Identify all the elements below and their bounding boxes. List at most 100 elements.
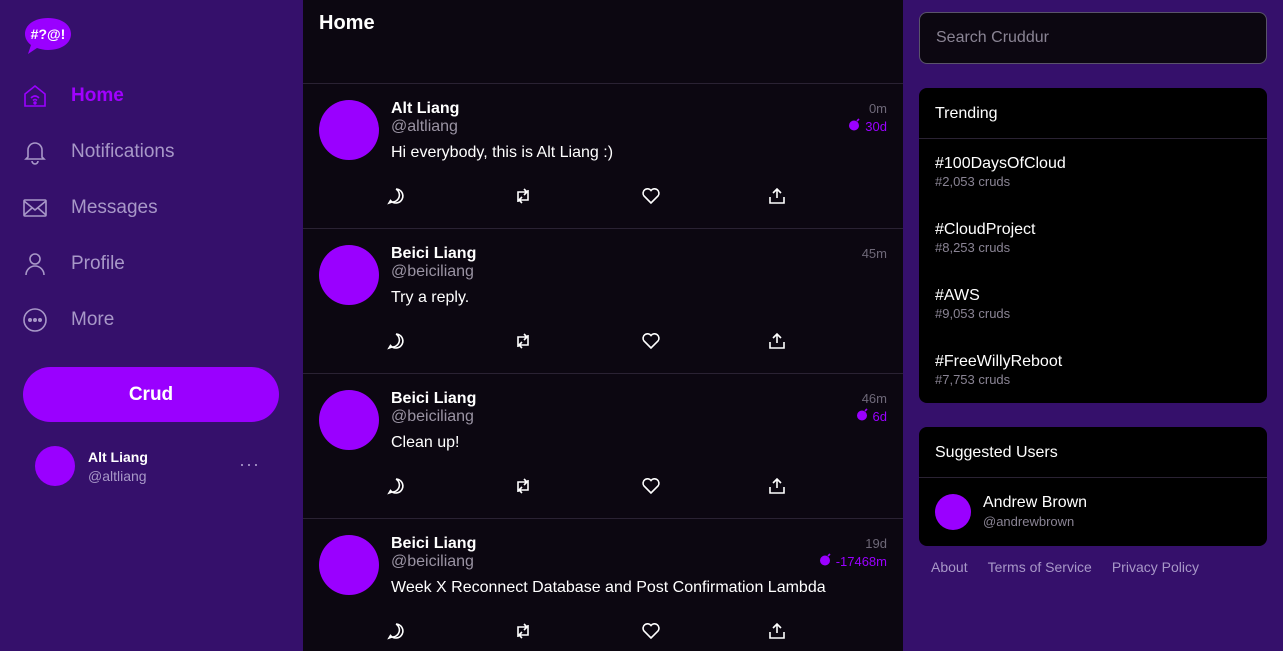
- nav-item-profile[interactable]: Profile: [22, 246, 282, 282]
- post-author-name[interactable]: Alt Liang: [391, 100, 459, 118]
- heart-icon: [642, 623, 660, 640]
- trending-count: #2,053 cruds: [935, 174, 1011, 189]
- post-expiry-value: 6d: [872, 408, 887, 424]
- cruddur-logo[interactable]: #?@!: [24, 16, 72, 56]
- terms-link[interactable]: Terms of Service: [988, 559, 1092, 575]
- post-expiry-value: -17468m: [835, 553, 887, 569]
- post-message: Hi everybody, this is Alt Liang :): [391, 144, 614, 161]
- heart-icon: [642, 478, 660, 495]
- post-actions: [387, 331, 895, 351]
- share-icon: [769, 187, 785, 204]
- post-time: 46m: [861, 391, 887, 406]
- trending-name: #FreeWillyReboot: [935, 353, 1063, 370]
- post-author-handle[interactable]: @beiciliang: [391, 408, 474, 426]
- reply-button[interactable]: [387, 476, 514, 496]
- repost-button[interactable]: [514, 621, 641, 641]
- activity-item[interactable]: Alt Liang @altliang Hi everybody, this i…: [303, 84, 903, 229]
- post-time: 45m: [861, 246, 887, 261]
- reply-button[interactable]: [387, 621, 514, 641]
- nav-label-home: Home: [71, 85, 124, 106]
- share-button[interactable]: [768, 186, 895, 206]
- post-author-name[interactable]: Beici Liang: [391, 535, 476, 553]
- trending-item[interactable]: #FreeWillyReboot #7,753 cruds: [919, 337, 1267, 403]
- trending-item[interactable]: #AWS #9,053 cruds: [919, 271, 1267, 337]
- suggested-user-handle: @andrewbrown: [983, 514, 1075, 529]
- share-button[interactable]: [768, 331, 895, 351]
- heart-icon: [642, 333, 660, 350]
- bomb-icon: [856, 408, 869, 424]
- repost-icon: [517, 478, 529, 494]
- trending-item[interactable]: #CloudProject #8,253 cruds: [919, 205, 1267, 271]
- like-button[interactable]: [641, 621, 768, 641]
- post-expiry: 6d: [856, 408, 887, 424]
- privacy-link[interactable]: Privacy Policy: [1112, 559, 1199, 575]
- post-expiry-value: 30d: [865, 118, 887, 134]
- share-icon: [769, 332, 785, 349]
- post-expiry: 30d: [848, 118, 887, 134]
- avatar: [319, 535, 379, 595]
- post-author-name[interactable]: Beici Liang: [391, 245, 476, 263]
- user-menu-icon[interactable]: ···: [239, 454, 260, 475]
- repost-icon: [517, 188, 529, 204]
- nav-label-profile: Profile: [71, 253, 125, 274]
- avatar: [319, 245, 379, 305]
- reply-icon: [387, 478, 404, 495]
- nav-item-home[interactable]: Home: [22, 78, 282, 114]
- reply-icon: [387, 333, 404, 350]
- nav-label-messages: Messages: [71, 197, 158, 218]
- home-icon: [22, 83, 48, 109]
- right-column: Trending #100DaysOfCloud #2,053 cruds #C…: [903, 0, 1283, 651]
- repost-button[interactable]: [514, 331, 641, 351]
- about-link[interactable]: About: [931, 559, 968, 575]
- like-button[interactable]: [641, 476, 768, 496]
- activity-item[interactable]: Beici Liang @beiciliang Try a reply. 45m: [303, 229, 903, 374]
- footer-links: About Terms of Service Privacy Policy: [931, 559, 1219, 575]
- post-author-handle[interactable]: @beiciliang: [391, 263, 474, 281]
- avatar: [319, 390, 379, 450]
- current-user-handle: @altliang: [88, 468, 147, 484]
- share-button[interactable]: [768, 476, 895, 496]
- trending-title: Trending: [919, 88, 1267, 139]
- post-author-handle[interactable]: @altliang: [391, 118, 458, 136]
- repost-icon: [517, 623, 529, 639]
- post-author-handle[interactable]: @beiciliang: [391, 553, 474, 571]
- reply-icon: [387, 623, 404, 640]
- suggested-user[interactable]: Andrew Brown @andrewbrown: [919, 478, 1267, 546]
- page-title: Home: [319, 12, 375, 34]
- reply-icon: [387, 188, 404, 205]
- bomb-icon: [819, 553, 832, 569]
- reply-button[interactable]: [387, 186, 514, 206]
- post-expiry: -17468m: [819, 553, 887, 569]
- crud-button[interactable]: Crud: [23, 367, 279, 422]
- repost-icon: [517, 333, 529, 349]
- post-time: 19d: [865, 536, 887, 551]
- nav-label-more: More: [71, 309, 115, 330]
- activity-item[interactable]: Beici Liang @beiciliang Clean up! 46m 6d: [303, 374, 903, 519]
- nav-item-notifications[interactable]: Notifications: [22, 134, 282, 170]
- current-user-name: Alt Liang: [88, 449, 148, 465]
- post-message: Week X Reconnect Database and Post Confi…: [391, 579, 826, 596]
- reply-button[interactable]: [387, 331, 514, 351]
- bomb-icon: [848, 118, 861, 134]
- suggested-users-panel: Suggested Users Andrew Brown @andrewbrow…: [919, 427, 1267, 546]
- nav-item-more[interactable]: More: [22, 302, 282, 338]
- repost-button[interactable]: [514, 186, 641, 206]
- nav-label-notifications: Notifications: [71, 141, 175, 162]
- trending-count: #9,053 cruds: [935, 306, 1011, 321]
- repost-button[interactable]: [514, 476, 641, 496]
- search-input[interactable]: [919, 12, 1267, 64]
- like-button[interactable]: [641, 186, 768, 206]
- post-author-name[interactable]: Beici Liang: [391, 390, 476, 408]
- activity-item[interactable]: Beici Liang @beiciliang Week X Reconnect…: [303, 519, 903, 651]
- trending-item[interactable]: #100DaysOfCloud #2,053 cruds: [919, 139, 1267, 205]
- current-user-card[interactable]: Alt Liang @altliang ···: [35, 446, 275, 486]
- share-icon: [769, 477, 785, 494]
- trending-count: #8,253 cruds: [935, 240, 1011, 255]
- avatar: [35, 446, 75, 486]
- share-button[interactable]: [768, 621, 895, 641]
- nav-item-messages[interactable]: Messages: [22, 190, 282, 226]
- bell-icon: [22, 139, 48, 165]
- logo-text: #?@!: [31, 26, 66, 42]
- like-button[interactable]: [641, 331, 768, 351]
- trending-name: #CloudProject: [935, 221, 1036, 238]
